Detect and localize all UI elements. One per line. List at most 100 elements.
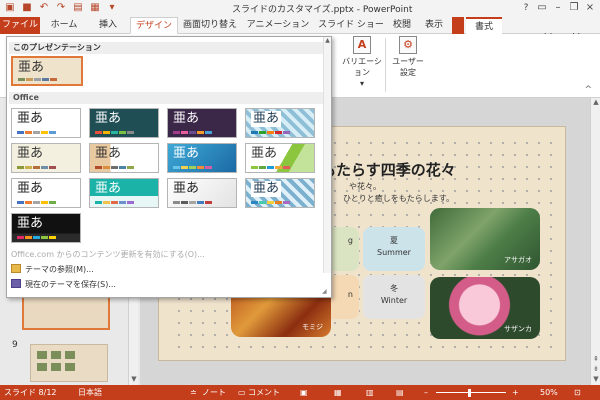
title-bar: ▣ ■ ↶ ↷ ▤ ▦ ▾ スライドのカスタマイズ.pptx - PowerPo… bbox=[0, 0, 600, 16]
theme-sample-text: 亜あ bbox=[251, 181, 282, 197]
notes-button[interactable]: ノート bbox=[202, 385, 226, 400]
slide-thumbnail-9[interactable] bbox=[30, 344, 108, 382]
slide-scrollbar[interactable]: ▲ ⇞ ⇟ ▼ bbox=[590, 98, 600, 385]
scroll-up-icon[interactable]: ▲ bbox=[591, 98, 600, 108]
scroll-down-icon[interactable]: ▼ bbox=[591, 375, 600, 385]
theme-basis[interactable]: 亜あ bbox=[89, 178, 159, 208]
zoom-in-icon[interactable]: + bbox=[512, 385, 519, 400]
slideshow-icon[interactable]: ▦ bbox=[89, 2, 101, 14]
slide-title[interactable]: もたらす四季の花々 bbox=[321, 159, 456, 180]
theme-integral[interactable]: 亜あ bbox=[167, 108, 237, 138]
slide-thumbnail-current[interactable] bbox=[22, 294, 110, 330]
tab-slideshow[interactable]: スライド ショー bbox=[316, 17, 386, 34]
winter-label: Winter bbox=[380, 296, 408, 305]
theme-vapor-trail[interactable]: 亜あ bbox=[11, 213, 81, 243]
theme-ion[interactable]: 亜あ bbox=[245, 108, 315, 138]
scroll-down-icon[interactable]: ▼ bbox=[129, 375, 139, 385]
restore-button[interactable]: ❐ bbox=[566, 0, 582, 16]
tab-insert[interactable]: 挿入 bbox=[88, 17, 128, 34]
theme-celestial[interactable]: 亜あ bbox=[245, 178, 315, 208]
open-icon[interactable]: ▤ bbox=[72, 2, 84, 14]
variations-button[interactable]: A バリエーション ▾ bbox=[340, 36, 384, 89]
photo-sazanka[interactable]: サザンカ bbox=[430, 277, 540, 339]
prev-slide-icon[interactable]: ⇞ bbox=[591, 355, 600, 365]
theme-color-bars bbox=[251, 166, 290, 169]
photo-asagao[interactable]: アサガオ bbox=[430, 208, 540, 270]
comments-button[interactable]: コメント bbox=[248, 385, 280, 400]
theme-sample-text: 亜あ bbox=[17, 146, 44, 161]
resize-grip-icon[interactable]: ◢ bbox=[322, 288, 330, 296]
theme-wisp[interactable]: 亜あ bbox=[167, 143, 237, 173]
photo-caption: アサガオ bbox=[504, 256, 532, 264]
theme-slice[interactable]: 亜あ bbox=[245, 143, 315, 173]
theme-color-bars bbox=[17, 166, 56, 169]
slide-sorter-icon[interactable]: ▦ bbox=[334, 385, 342, 400]
theme-sample-text: 亜あ bbox=[251, 111, 282, 127]
customize-qat-icon[interactable]: ▾ bbox=[106, 2, 118, 14]
tab-file[interactable]: ファイル bbox=[0, 17, 40, 34]
gallery-scrollbar[interactable]: ▲ bbox=[323, 37, 331, 273]
ribbon-display-icon[interactable]: ▭ bbox=[534, 0, 550, 16]
summer-label: Summer bbox=[377, 248, 411, 257]
slideshow-view-icon[interactable]: ▤ bbox=[396, 385, 404, 400]
next-slide-icon[interactable]: ⇟ bbox=[591, 365, 600, 375]
minimize-button[interactable]: – bbox=[550, 0, 566, 16]
dropdown-arrow-icon: ▾ bbox=[359, 79, 364, 88]
theme-sample-text: 亜あ bbox=[18, 60, 45, 75]
user-settings-icon: ⚙ bbox=[399, 36, 417, 54]
theme-organic[interactable]: 亜あ bbox=[89, 143, 159, 173]
tab-transitions[interactable]: 画面切り替え bbox=[180, 17, 240, 34]
theme-sample-text: 亜あ bbox=[173, 146, 200, 161]
theme-sample-text: 亜あ bbox=[95, 111, 122, 126]
close-button[interactable]: × bbox=[582, 0, 598, 16]
theme-current[interactable]: 亜あ bbox=[11, 56, 83, 86]
scroll-up-icon[interactable]: ▲ bbox=[324, 37, 331, 45]
theme-sample-text: 亜あ bbox=[173, 111, 200, 126]
tab-format[interactable]: 書式 bbox=[466, 17, 502, 34]
theme-sample-text: 亜あ bbox=[17, 216, 44, 231]
photo-caption: サザンカ bbox=[504, 325, 532, 333]
zoom-slider-thumb[interactable] bbox=[468, 389, 471, 397]
zoom-level[interactable]: 50% bbox=[540, 385, 558, 400]
language-indicator[interactable]: 日本語 bbox=[78, 385, 102, 400]
user-settings-button[interactable]: ⚙ ユーザー 設定 bbox=[388, 36, 428, 78]
comments-icon[interactable]: ▭ bbox=[238, 385, 246, 400]
zoom-out-icon[interactable]: – bbox=[424, 385, 428, 400]
theme-sample-text: 亜あ bbox=[95, 146, 122, 161]
notes-icon[interactable]: ≐ bbox=[190, 385, 197, 400]
season-box-winter[interactable]: 冬 Winter bbox=[363, 275, 425, 319]
theme-office[interactable]: 亜あ bbox=[11, 108, 81, 138]
theme-gallery-dropdown: このプレゼンテーション 亜あ Office 亜あ 亜あ 亜あ 亜あ 亜あ 亜あ … bbox=[6, 36, 332, 298]
status-bar: スライド 8/12 日本語 ≐ ノート ▭ コメント ▣ ▦ ▥ ▤ – + 5… bbox=[0, 385, 600, 400]
variations-icon: A bbox=[353, 36, 371, 54]
theme-facet[interactable]: 亜あ bbox=[89, 108, 159, 138]
theme-dividend[interactable]: 亜あ bbox=[167, 178, 237, 208]
slide-subtitle[interactable]: や花々。 bbox=[349, 181, 381, 192]
season-box-summer[interactable]: 夏 Summer bbox=[363, 227, 425, 271]
tab-home[interactable]: ホーム bbox=[44, 17, 84, 34]
normal-view-icon[interactable]: ▣ bbox=[300, 385, 308, 400]
slide-subtitle-2[interactable]: ひとりと癒しをもたらします。 bbox=[343, 193, 454, 204]
save-theme-item[interactable]: 現在のテーマを保存(S)... bbox=[11, 279, 116, 290]
save-icon[interactable]: ■ bbox=[21, 2, 33, 14]
photo-caption: モミジ bbox=[302, 323, 323, 331]
tab-review[interactable]: 校閲 bbox=[388, 17, 416, 34]
redo-icon[interactable]: ↷ bbox=[55, 2, 67, 14]
theme-color-bars bbox=[95, 201, 134, 204]
theme-retrospect[interactable]: 亜あ bbox=[11, 143, 81, 173]
undo-icon[interactable]: ↶ bbox=[38, 2, 50, 14]
user-settings-label-2: 設定 bbox=[400, 68, 416, 77]
fit-slide-icon[interactable]: ⊡ bbox=[574, 385, 581, 400]
theme-color-bars bbox=[173, 166, 212, 169]
zoom-slider[interactable] bbox=[436, 392, 506, 393]
browse-themes-item[interactable]: テーマの参照(M)... bbox=[11, 264, 94, 275]
tab-design[interactable]: デザイン bbox=[130, 17, 178, 34]
reading-view-icon[interactable]: ▥ bbox=[366, 385, 374, 400]
theme-banded[interactable]: 亜あ bbox=[11, 178, 81, 208]
theme-sample-text: 亜あ bbox=[95, 181, 122, 196]
help-button[interactable]: ? bbox=[518, 0, 534, 16]
collapse-ribbon-icon[interactable]: ^ bbox=[584, 85, 592, 95]
tab-animations[interactable]: アニメーション bbox=[245, 17, 311, 34]
tab-view[interactable]: 表示 bbox=[418, 17, 450, 34]
theme-color-bars bbox=[18, 78, 57, 81]
